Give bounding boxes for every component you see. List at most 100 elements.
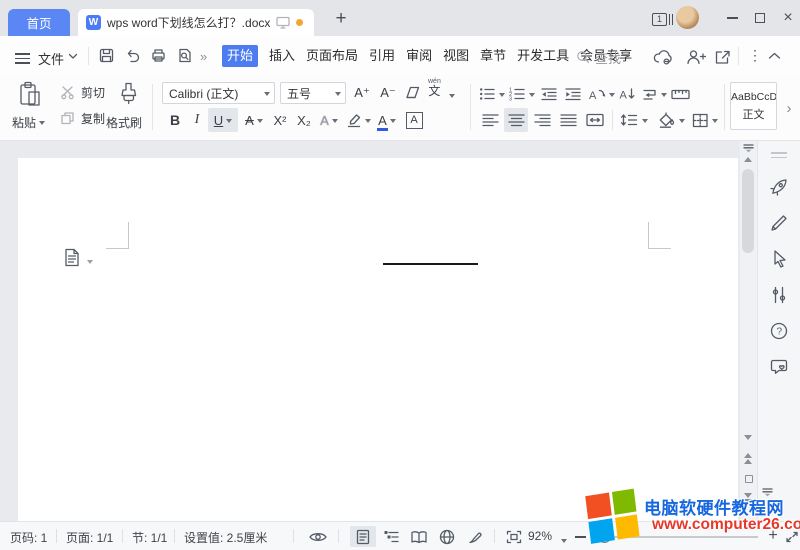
view-ink-button[interactable] [462, 526, 488, 547]
hamburger-menu-icon[interactable] [15, 50, 30, 67]
maximize-button[interactable] [748, 8, 772, 28]
copy-button[interactable]: 复制 [60, 110, 105, 127]
shrink-font-button[interactable]: A⁻ [376, 81, 400, 105]
view-web-button[interactable] [434, 526, 460, 547]
line-spacing-button[interactable] [618, 108, 650, 132]
view-page-button[interactable] [350, 526, 376, 547]
bullets-button[interactable] [478, 82, 506, 106]
zoom-level[interactable]: 92% [528, 529, 552, 543]
align-left-button[interactable] [478, 108, 502, 132]
font-color-button[interactable]: A [374, 108, 400, 132]
feedback-chat-icon[interactable] [769, 357, 789, 377]
undo-icon[interactable] [124, 47, 141, 64]
bold-button[interactable]: B [164, 108, 186, 132]
pinyin-guide-button[interactable]: wén 文 [428, 78, 441, 97]
menu-tab-dev-tools[interactable]: 开发工具 [517, 45, 569, 67]
fit-page-button[interactable] [506, 530, 522, 544]
text-direction-button[interactable]: A [586, 82, 616, 106]
character-shading-button[interactable]: A [402, 108, 426, 132]
home-tab[interactable]: 首页 [8, 9, 70, 36]
sidebar-drag-handle[interactable] [771, 149, 787, 161]
justify-button[interactable] [556, 108, 580, 132]
dropdown-caret[interactable] [561, 539, 567, 546]
cut-button[interactable]: 剪切 [60, 84, 105, 101]
increase-indent-button[interactable] [562, 82, 584, 106]
align-right-button[interactable] [530, 108, 554, 132]
scrollbar-thumb[interactable] [742, 169, 754, 253]
align-center-button[interactable] [504, 108, 528, 132]
show-marks-button[interactable] [640, 82, 668, 106]
menu-tab-view[interactable]: 视图 [443, 45, 469, 67]
print-preview-icon[interactable] [176, 47, 193, 64]
save-icon[interactable] [98, 47, 115, 64]
more-options-icon[interactable]: ⋮ [748, 47, 762, 64]
share-screen-icon[interactable] [276, 16, 290, 29]
grow-font-button[interactable]: A⁺ [350, 81, 374, 105]
collapse-ribbon-icon[interactable] [768, 52, 781, 60]
vertical-scrollbar[interactable] [740, 141, 757, 521]
typed-underline-text[interactable] [383, 263, 478, 265]
file-menu[interactable]: 文件 [38, 49, 64, 68]
find-button[interactable]: 查找 [576, 48, 621, 67]
font-size-select[interactable]: 五号 [280, 82, 346, 104]
user-avatar[interactable] [676, 6, 699, 29]
minimize-button[interactable] [720, 8, 744, 28]
decrease-indent-button[interactable] [538, 82, 560, 106]
more-tools-icon[interactable]: » [200, 49, 207, 64]
eye-protection-button[interactable] [308, 530, 328, 544]
sort-button[interactable]: A [616, 82, 638, 106]
shading-button[interactable] [656, 108, 686, 132]
help-icon[interactable]: ? [769, 321, 789, 341]
menu-tab-page-layout[interactable]: 页面布局 [306, 45, 358, 67]
borders-button[interactable] [690, 108, 720, 132]
previous-page-button[interactable] [744, 459, 752, 464]
style-preview[interactable]: AaBbCcDd 正文 [730, 82, 777, 130]
menu-tab-references[interactable]: 引用 [369, 45, 395, 67]
ruler-toggle-button[interactable] [742, 143, 755, 153]
page-options-button[interactable] [64, 248, 81, 267]
subscript-button[interactable]: X₂ [292, 108, 316, 132]
zoom-slider-handle[interactable] [598, 530, 611, 543]
rocket-icon[interactable] [769, 177, 789, 197]
text-effects-button[interactable]: A [316, 108, 342, 132]
print-icon[interactable] [150, 47, 167, 64]
menu-tab-review[interactable]: 审阅 [406, 45, 432, 67]
pen-icon[interactable] [769, 213, 789, 233]
format-painter-button[interactable]: 格式刷 [106, 114, 142, 131]
scroll-up-button[interactable] [744, 157, 752, 162]
paste-icon[interactable] [18, 81, 44, 109]
underline-button[interactable]: U [208, 108, 238, 132]
share-icon[interactable] [714, 49, 731, 65]
menu-tab-home[interactable]: 开始 [222, 45, 258, 67]
view-outline-button[interactable] [378, 526, 404, 547]
select-browse-object-button[interactable] [745, 475, 753, 483]
previous-page-button[interactable] [744, 453, 752, 458]
chevron-down-icon[interactable] [68, 53, 78, 60]
italic-button[interactable]: I [188, 108, 206, 132]
zoom-in-button[interactable]: + [764, 526, 782, 546]
paste-button[interactable]: 粘贴 [12, 114, 45, 131]
invite-user-icon[interactable] [686, 49, 706, 65]
adjust-sliders-icon[interactable] [769, 285, 789, 305]
highlight-button[interactable] [344, 108, 372, 132]
dropdown-caret[interactable] [87, 260, 93, 267]
strikethrough-button[interactable]: A [240, 108, 268, 132]
cursor-icon[interactable] [769, 249, 789, 269]
fullscreen-button[interactable] [785, 531, 799, 543]
cloud-sync-icon[interactable] [652, 49, 674, 65]
distribute-button[interactable] [582, 108, 608, 132]
view-read-button[interactable] [406, 526, 432, 547]
font-name-select[interactable]: Calibri (正文) [162, 82, 275, 104]
zoom-out-button[interactable] [572, 529, 588, 545]
format-painter-icon[interactable] [116, 81, 142, 109]
menu-tab-insert[interactable]: 插入 [269, 45, 295, 67]
next-page-button[interactable] [744, 499, 752, 504]
window-list-button[interactable]: 1 [652, 12, 674, 26]
new-tab-button[interactable]: + [330, 8, 352, 30]
sidebar-collapse-icon[interactable] [761, 487, 774, 497]
char-scale-button[interactable] [668, 82, 692, 106]
superscript-button[interactable]: X² [268, 108, 292, 132]
scroll-down-button[interactable] [744, 435, 752, 440]
document-tab[interactable]: W wps word下划线怎么打？.docx [78, 9, 314, 36]
zoom-slider[interactable] [592, 536, 758, 538]
